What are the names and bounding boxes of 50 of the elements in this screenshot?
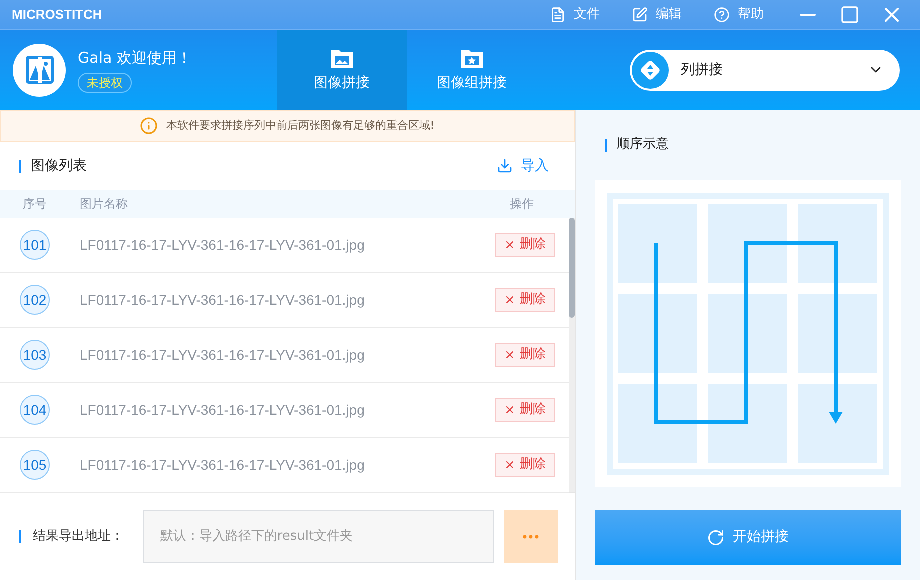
output-label: 结果导出地址：: [32, 528, 125, 546]
refresh-icon: [707, 528, 725, 546]
menu-item[interactable]: 文件: [534, 4, 616, 24]
app-title: MICROSTITCH: [12, 6, 102, 24]
logo-icon: [13, 44, 66, 96]
delete-button[interactable]: 删除: [495, 343, 555, 367]
column-header: 图片名称: [80, 196, 129, 213]
delete-button[interactable]: 删除: [495, 453, 555, 477]
file-name: LF0117-16-17-LYV-361-16-17-LYV-361-01.jpg: [80, 456, 366, 475]
delete-icon: [504, 294, 516, 306]
index-badge: 101: [20, 230, 50, 260]
more-icon: [523, 534, 540, 538]
notice-text: 本软件要求拼接序列中前后两张图像有足够的重合区域!: [166, 118, 435, 134]
file-name: LF0117-16-17-LYV-361-16-17-LYV-361-01.jpg: [80, 346, 366, 365]
output-path-field[interactable]: 默认：导入路径下的result文件夹: [143, 510, 494, 563]
maximize-icon[interactable]: [840, 4, 860, 24]
file-name: LF0117-16-17-LYV-361-16-17-LYV-361-01.jpg: [80, 236, 366, 255]
delete-icon: [504, 404, 516, 416]
delete-icon: [504, 239, 516, 251]
mode-dropdown[interactable]: 列拼接: [630, 50, 900, 90]
section-title: 图像列表: [31, 156, 88, 176]
index-badge: 103: [20, 340, 50, 370]
tab[interactable]: 图像组拼接: [407, 30, 537, 110]
column-header: 操作: [510, 196, 535, 213]
delete-button[interactable]: 删除: [495, 233, 555, 257]
info-icon: [140, 117, 158, 135]
index-badge: 104: [20, 395, 50, 425]
help-icon: [714, 6, 730, 22]
greeting-text: Gala 欢迎使用！: [78, 48, 192, 69]
import-button[interactable]: 导入: [497, 156, 549, 176]
delete-button[interactable]: 删除: [495, 398, 555, 422]
import-icon: [497, 158, 513, 174]
license-badge: 未授权: [78, 73, 132, 94]
section-title: 顺序示意: [617, 136, 669, 154]
file-name: LF0117-16-17-LYV-361-16-17-LYV-361-01.jpg: [80, 400, 366, 420]
delete-icon: [504, 459, 516, 471]
file-name: LF0117-16-17-LYV-361-16-17-LYV-361-01.jpg: [80, 290, 366, 310]
column-header: 序号: [22, 196, 48, 213]
menu-item[interactable]: 编辑: [616, 4, 698, 24]
edit-icon: [632, 6, 648, 22]
delete-button[interactable]: 删除: [495, 288, 555, 312]
delete-icon: [504, 349, 516, 361]
start-button[interactable]: 开始拼接: [595, 510, 901, 565]
file-icon: [550, 6, 566, 22]
scrollbar[interactable]: [569, 218, 575, 492]
tab[interactable]: 图像拼接: [277, 30, 407, 110]
index-badge: 102: [20, 285, 50, 315]
menu-item[interactable]: 帮助: [698, 4, 780, 24]
diamond-arrows-icon: [632, 52, 669, 88]
index-badge: 105: [20, 450, 50, 480]
